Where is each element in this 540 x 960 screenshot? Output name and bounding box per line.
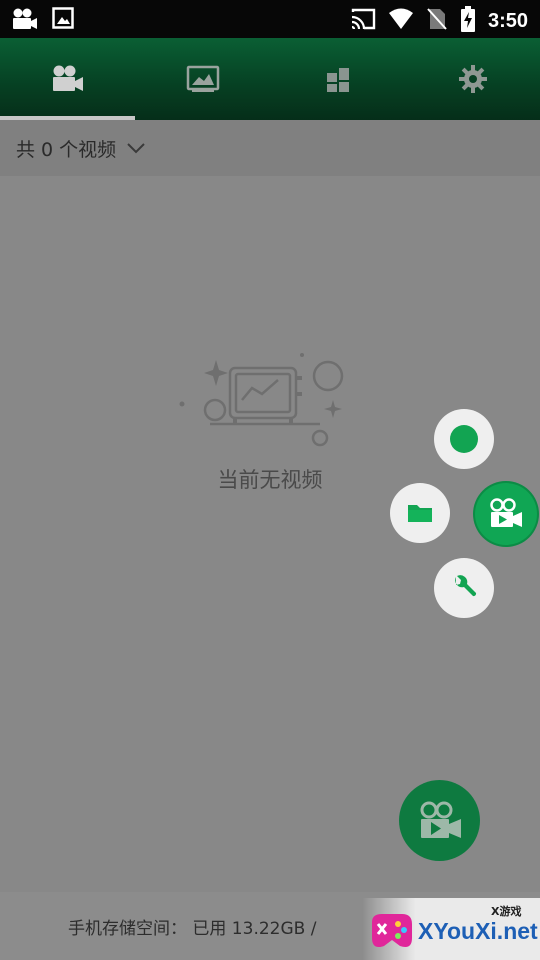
tab-settings[interactable] [405, 38, 540, 120]
tab-images[interactable] [135, 38, 270, 120]
video-camera-icon [420, 801, 461, 838]
battery-charging-icon [460, 6, 476, 36]
status-bar: 3:50 [0, 0, 540, 38]
grid-tools-icon [326, 68, 349, 92]
record-dot-icon [450, 425, 478, 453]
storage-usage-text: 手机存储空间： 已用 13.22GB / [68, 919, 317, 939]
video-camera-icon [490, 498, 522, 527]
tab-tools[interactable] [270, 38, 405, 120]
settings-gear-icon [458, 65, 487, 93]
tab-videos[interactable] [0, 38, 135, 120]
video-count-label: 共 0 个视频 [16, 138, 117, 161]
status-time: 3:50 [487, 9, 528, 32]
empty-tv-illustration [179, 353, 344, 447]
wrench-icon [455, 575, 477, 597]
image-gallery-icon [186, 65, 219, 92]
watermark-tag: X游戏 [491, 905, 522, 918]
open-folder-button[interactable] [390, 483, 450, 543]
tools-button[interactable] [434, 558, 494, 618]
tab-bar [0, 38, 540, 120]
chevron-down-icon [127, 143, 145, 154]
video-camera-icon [52, 65, 83, 91]
start-record-button[interactable] [434, 409, 494, 469]
video-count-filter[interactable]: 共 0 个视频 [0, 120, 540, 176]
main-record-fab[interactable] [399, 780, 480, 861]
watermark: X游戏 XYouXi.net [362, 898, 540, 960]
folder-icon [408, 505, 432, 522]
no-sim-icon [426, 7, 448, 35]
image-icon [52, 7, 74, 35]
gamepad-logo-icon [372, 914, 412, 947]
wifi-icon [388, 8, 414, 34]
watermark-text: XYouXi.net [418, 918, 538, 944]
floating-recorder-button[interactable] [475, 483, 537, 545]
cast-icon [350, 8, 376, 34]
camera-icon [12, 7, 38, 35]
